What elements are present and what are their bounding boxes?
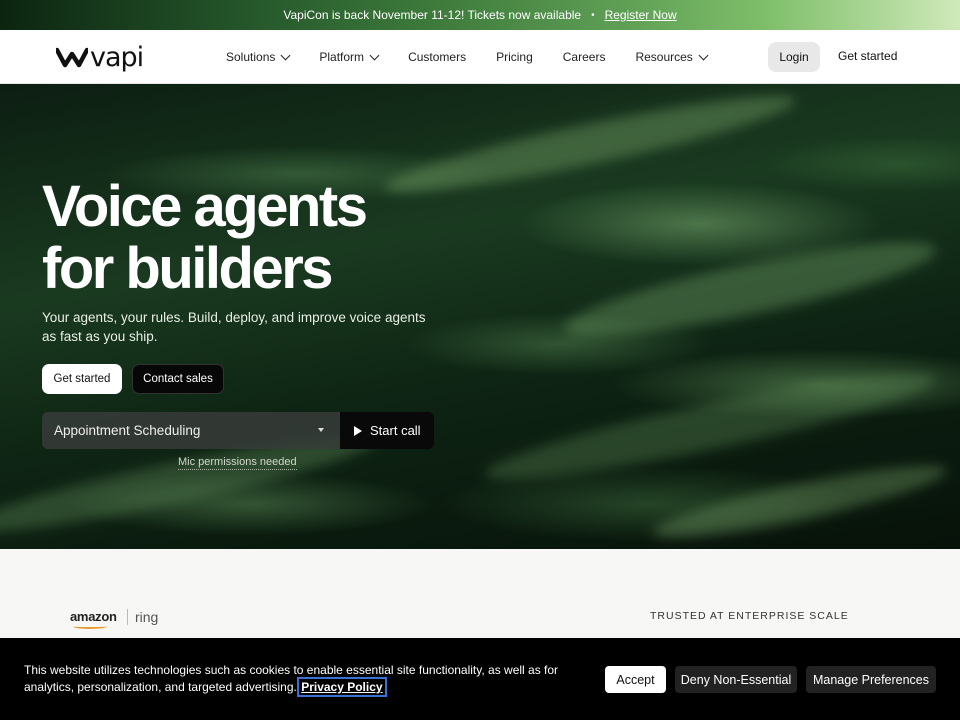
mic-permissions-note[interactable]: Mic permissions needed xyxy=(178,456,297,470)
privacy-policy-link[interactable]: Privacy Policy xyxy=(297,677,387,697)
use-case-select[interactable]: Appointment Scheduling xyxy=(42,412,340,449)
nav-platform-label: Platform xyxy=(319,50,365,64)
use-case-select-value: Appointment Scheduling xyxy=(54,423,201,438)
hero-section: Voice agents for builders Your agents, y… xyxy=(0,84,960,549)
logo-divider xyxy=(127,609,128,625)
amazon-logo: amazon xyxy=(70,609,117,624)
deny-non-essential-button[interactable]: Deny Non-Essential xyxy=(675,666,797,693)
nav-resources[interactable]: Resources xyxy=(635,50,709,64)
ring-logo: ring xyxy=(135,609,159,625)
start-call-button[interactable]: Start call xyxy=(340,412,434,449)
vapi-logo[interactable]: vapi xyxy=(56,42,144,73)
top-nav: vapi Solutions Platform Customers Pricin… xyxy=(0,30,960,84)
cookie-banner: This website utilizes technologies such … xyxy=(0,638,960,720)
play-icon xyxy=(354,425,362,436)
chevron-down-icon xyxy=(369,50,380,60)
start-call-label: Start call xyxy=(370,423,421,438)
manage-preferences-button[interactable]: Manage Preferences xyxy=(806,666,936,693)
hero-title-line1: Voice agents xyxy=(42,174,368,239)
nav-get-started-link[interactable]: Get started xyxy=(838,49,897,63)
nav-careers[interactable]: Careers xyxy=(563,50,606,64)
nav-solutions[interactable]: Solutions xyxy=(226,50,291,64)
cookie-message: This website utilizes technologies such … xyxy=(24,663,559,694)
announcement-bar: VapiCon is back November 11-12! Tickets … xyxy=(0,0,960,30)
announcement-separator: • xyxy=(591,9,595,21)
hero-title: Voice agents for builders xyxy=(42,174,368,301)
hero-bg-streak xyxy=(380,84,800,208)
nav-pricing-label: Pricing xyxy=(496,50,533,64)
nav-pricing[interactable]: Pricing xyxy=(496,50,533,64)
cookie-text: This website utilizes technologies such … xyxy=(24,662,594,697)
chevron-down-icon xyxy=(280,50,291,60)
get-started-button[interactable]: Get started xyxy=(42,364,122,394)
caret-down-icon xyxy=(318,428,324,432)
nav-solutions-label: Solutions xyxy=(226,50,276,64)
vapi-logo-icon xyxy=(56,47,88,67)
nav-resources-label: Resources xyxy=(635,50,693,64)
amazon-smile-icon xyxy=(73,624,107,629)
nav-platform[interactable]: Platform xyxy=(319,50,380,64)
hero-bg-streak xyxy=(649,453,951,549)
hero-bg-streak xyxy=(558,225,942,353)
logo-wordmark: vapi xyxy=(90,42,144,73)
login-button[interactable]: Login xyxy=(768,42,820,72)
accept-button[interactable]: Accept xyxy=(605,666,666,693)
contact-sales-button[interactable]: Contact sales xyxy=(132,364,224,394)
nav-customers-label: Customers xyxy=(408,50,467,64)
register-now-link[interactable]: Register Now xyxy=(605,8,677,22)
hero-title-line2: for builders xyxy=(42,236,334,301)
chevron-down-icon xyxy=(698,50,709,60)
trusted-label: TRUSTED AT ENTERPRISE SCALE xyxy=(650,610,849,622)
hero-subtitle: Your agents, your rules. Build, deploy, … xyxy=(42,310,426,344)
nav-customers[interactable]: Customers xyxy=(408,50,466,64)
nav-careers-label: Careers xyxy=(562,50,606,64)
nav-links: Solutions Platform Customers Pricing Car… xyxy=(226,30,737,84)
announcement-text: VapiCon is back November 11-12! Tickets … xyxy=(283,8,582,22)
